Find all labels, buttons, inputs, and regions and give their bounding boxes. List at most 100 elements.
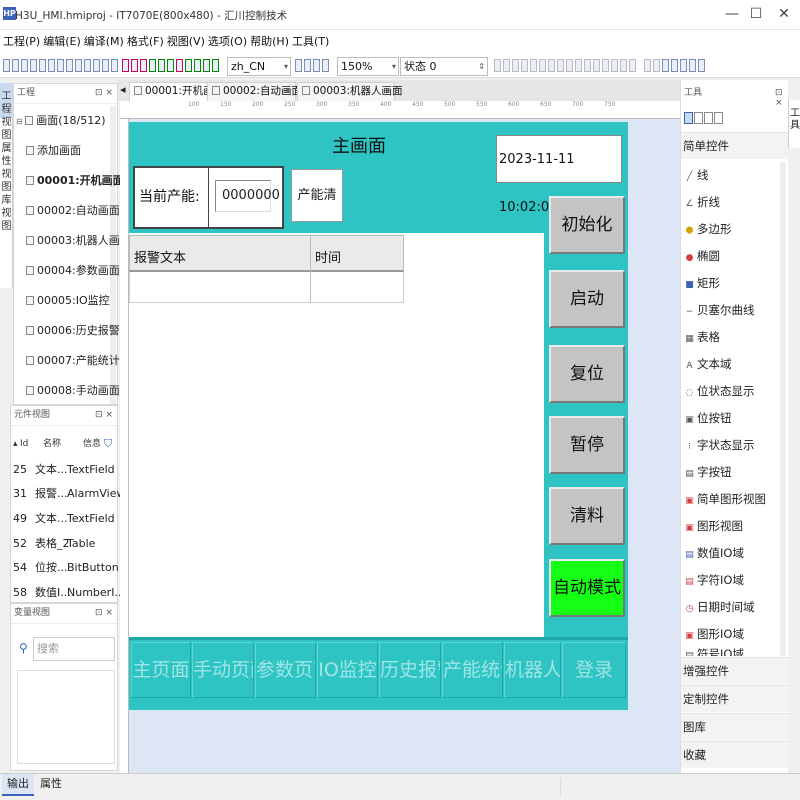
distribute-v-icon[interactable]: [584, 59, 591, 72]
close-icon[interactable]: x: [286, 83, 291, 100]
minimize-button[interactable]: —: [722, 5, 742, 23]
menu-tools[interactable]: 工具(T): [291, 30, 330, 54]
tree-item-screen-6[interactable]: 00006:历史报警: [26, 316, 120, 346]
menu-project[interactable]: 工程(P): [2, 30, 41, 54]
tool-bezier[interactable]: ∽ 贝塞尔曲线: [681, 297, 755, 324]
section-favorites[interactable]: 收藏: [681, 741, 789, 768]
variable-list[interactable]: [17, 670, 115, 764]
tree-item-screen-8[interactable]: 00008:手动画面...: [26, 376, 130, 406]
tool-symbol-io[interactable]: ▤ 符号IO域: [681, 646, 744, 656]
zoom-select[interactable]: 150% ▾: [337, 57, 399, 76]
align-middle-icon[interactable]: [530, 59, 537, 72]
text-color-icon[interactable]: [689, 59, 696, 72]
distribute-h-icon[interactable]: [575, 59, 582, 72]
tool-text[interactable]: A 文本域: [681, 351, 731, 378]
nav-output-stats[interactable]: 产能统计: [442, 642, 503, 698]
text-italic-icon[interactable]: [671, 59, 678, 72]
alarm-col-time[interactable]: 时间: [315, 247, 341, 266]
flip-h-icon[interactable]: [644, 59, 651, 72]
delete-icon[interactable]: [93, 59, 100, 72]
align-top-icon[interactable]: [521, 59, 528, 72]
right-vertical-tab[interactable]: 工具: [788, 100, 800, 148]
col-info[interactable]: 信息: [83, 432, 101, 456]
ungroup-icon[interactable]: [620, 59, 627, 72]
tool-bit-button[interactable]: ▣ 位按钮: [681, 405, 731, 432]
view-mode-icons[interactable]: [684, 112, 724, 126]
bring-front-icon[interactable]: [593, 59, 600, 72]
align-center-icon[interactable]: [503, 59, 510, 72]
same-size-icon[interactable]: [566, 59, 573, 72]
tab-screen-1[interactable]: 00001:开机画面x: [129, 82, 224, 101]
menu-view[interactable]: 视图(V): [166, 30, 206, 54]
tool-simple-graphic[interactable]: ▣ 简单图形视图: [681, 486, 766, 513]
alarm-row[interactable]: [129, 272, 404, 303]
align-right-icon[interactable]: [512, 59, 519, 72]
tree-item-screen-2[interactable]: 00002:自动画面: [26, 196, 120, 226]
tree-item-screen-5[interactable]: 00005:IO监控: [26, 286, 110, 316]
col-id[interactable]: Id: [20, 432, 28, 456]
offline-sim-icon[interactable]: [158, 59, 165, 72]
undo-icon[interactable]: [48, 59, 55, 72]
pin-close-icon[interactable]: ⊡ ×: [95, 410, 113, 420]
tab-screen-2[interactable]: 00002:自动画面 x: [207, 82, 302, 101]
output-value-field[interactable]: 0000000: [215, 180, 280, 212]
nav-robot[interactable]: 机器人: [504, 642, 561, 698]
tool-datetime[interactable]: ◷ 日期时间域: [681, 594, 755, 621]
menu-edit[interactable]: 编辑(E): [42, 30, 82, 54]
nav-main-page[interactable]: 主页面: [131, 642, 191, 698]
tool-bit-status[interactable]: ◌ 位状态显示: [681, 378, 755, 405]
tool-graphic-view[interactable]: ▣ 图形视图: [681, 513, 743, 540]
menu-help[interactable]: 帮助(H): [249, 30, 290, 54]
redo-icon[interactable]: [57, 59, 64, 72]
build-icon[interactable]: [185, 59, 192, 72]
tab-output[interactable]: 输出: [2, 774, 34, 796]
start-button[interactable]: 启动: [549, 270, 625, 328]
col-name[interactable]: 名称: [43, 432, 61, 456]
reset-button[interactable]: 复位: [549, 345, 625, 403]
text-bold-icon[interactable]: [662, 59, 669, 72]
search-input[interactable]: 搜索: [33, 637, 115, 661]
simulate-icon[interactable]: [149, 59, 156, 72]
properties-icon[interactable]: [111, 59, 118, 72]
tool-graphic-io[interactable]: ▣ 图形IO域: [681, 621, 744, 648]
close-button[interactable]: ✕: [774, 5, 794, 23]
section-simple-controls[interactable]: 简单控件: [681, 132, 789, 159]
zoom-page-icon[interactable]: [304, 59, 311, 72]
tool-table[interactable]: ▦ 表格: [681, 324, 720, 351]
nav-io-monitor[interactable]: IO监控: [317, 642, 378, 698]
send-back-icon[interactable]: [602, 59, 609, 72]
export-icon[interactable]: [212, 59, 219, 72]
pin-close-icon[interactable]: ⊡ ×: [95, 608, 113, 618]
fill-color-icon[interactable]: [698, 59, 705, 72]
pin-close-icon[interactable]: ⊡ ×: [775, 88, 788, 108]
align-bottom-icon[interactable]: [539, 59, 546, 72]
tool-polygon[interactable]: ⬢ 多边形: [681, 216, 732, 243]
close-icon[interactable]: x: [385, 83, 390, 100]
pause-button[interactable]: 暂停: [549, 416, 625, 474]
compact-view-icon[interactable]: [714, 112, 723, 124]
same-width-icon[interactable]: [548, 59, 555, 72]
section-library[interactable]: 图库: [681, 713, 789, 740]
init-button[interactable]: 初始化: [549, 196, 625, 254]
auto-mode-button[interactable]: 自动模式: [549, 559, 625, 617]
tool-char-io[interactable]: ▤ 字符IO域: [681, 567, 744, 594]
new-file-icon[interactable]: [3, 59, 10, 72]
clear-output-button[interactable]: 产能清零: [291, 169, 343, 254]
alarm-col-text[interactable]: 报警文本: [134, 247, 186, 266]
print-icon[interactable]: [39, 59, 46, 72]
filter-icon[interactable]: ⛉: [104, 432, 112, 456]
zoom-fit-icon[interactable]: [295, 59, 302, 72]
cut-icon[interactable]: [66, 59, 73, 72]
align-left-icon[interactable]: [494, 59, 501, 72]
find-icon[interactable]: [102, 59, 109, 72]
tool-word-status[interactable]: ⁝ 字状态显示: [681, 432, 754, 459]
compile-icon[interactable]: [122, 59, 129, 72]
copy-icon[interactable]: [75, 59, 82, 72]
scrollbar[interactable]: [780, 162, 786, 656]
pin-close-icon[interactable]: ⊡ ×: [95, 88, 113, 98]
text-underline-icon[interactable]: [680, 59, 687, 72]
tool-ellipse[interactable]: ● 椭圆: [681, 243, 720, 270]
open-file-icon[interactable]: [12, 59, 19, 72]
tool-rectangle[interactable]: ■ 矩形: [681, 270, 720, 297]
tool-polyline[interactable]: ∠ 折线: [681, 189, 720, 216]
